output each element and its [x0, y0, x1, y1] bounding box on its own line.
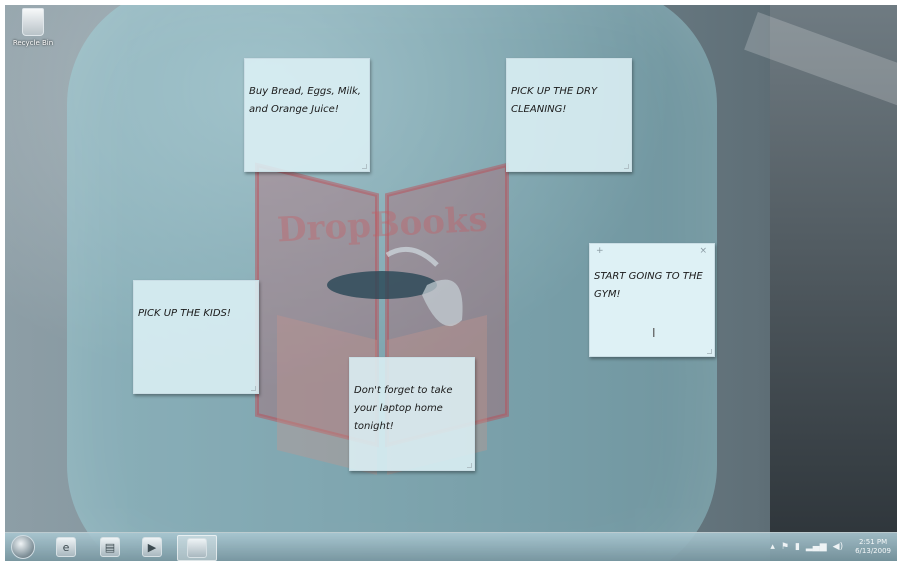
sticky-notes-taskbar-button[interactable] — [177, 535, 217, 561]
internet-explorer-button[interactable]: e — [49, 535, 83, 559]
internet-explorer-icon: e — [56, 537, 76, 557]
clock-time: 2:51 PM — [858, 538, 888, 546]
volume-icon[interactable]: ◀) — [833, 542, 843, 552]
desktop: DropBooks Recycle Bin Buy Bread, Eggs, M… — [5, 5, 897, 561]
resize-grip-icon[interactable] — [251, 386, 256, 391]
sticky-note-dry-cleaning[interactable]: PICK UP THE DRY CLEANING! — [506, 58, 632, 172]
recycle-bin-icon — [22, 8, 44, 36]
taskbar: e ▤ ▶ ▴ ⚑ ▮ ▂▄▆ ◀) 2:51 PM 6/13/2009 — [5, 532, 897, 561]
resize-grip-icon[interactable] — [707, 349, 712, 354]
sticky-notes-icon — [187, 538, 207, 558]
power-icon[interactable]: ▮ — [795, 542, 800, 552]
show-hidden-icons-icon[interactable]: ▴ — [770, 542, 775, 552]
sticky-note-kids[interactable]: PICK UP THE KIDS! — [133, 280, 259, 394]
clock-date: 6/13/2009 — [855, 547, 891, 555]
resize-grip-icon[interactable] — [467, 463, 472, 468]
start-button[interactable] — [9, 535, 37, 559]
resize-grip-icon[interactable] — [624, 164, 629, 169]
action-center-icon[interactable]: ⚑ — [781, 542, 789, 552]
note-text[interactable]: Buy Bread, Eggs, Milk, and Orange Juice! — [249, 83, 363, 119]
note-text[interactable]: PICK UP THE KIDS! — [138, 305, 252, 323]
sticky-note-gym[interactable]: + × START GOING TO THE GYM! I — [589, 243, 715, 357]
clock[interactable]: 2:51 PM 6/13/2009 — [855, 538, 891, 556]
windows-explorer-button[interactable]: ▤ — [93, 535, 127, 559]
resize-grip-icon[interactable] — [362, 164, 367, 169]
add-note-icon[interactable]: + — [596, 246, 604, 256]
note-text[interactable]: PICK UP THE DRY CLEANING! — [511, 83, 625, 119]
sticky-note-laptop[interactable]: Don't forget to take your laptop home to… — [349, 357, 475, 471]
text-cursor-icon: I — [652, 326, 656, 340]
media-player-button[interactable]: ▶ — [135, 535, 169, 559]
note-text[interactable]: START GOING TO THE GYM! — [594, 268, 708, 304]
sticky-note-groceries[interactable]: Buy Bread, Eggs, Milk, and Orange Juice! — [244, 58, 370, 172]
system-tray: ▴ ⚑ ▮ ▂▄▆ ◀) 2:51 PM 6/13/2009 — [770, 535, 891, 559]
media-player-icon: ▶ — [142, 537, 162, 557]
note-text[interactable]: Don't forget to take your laptop home to… — [354, 382, 468, 436]
windows-explorer-icon: ▤ — [100, 537, 120, 557]
recycle-bin[interactable]: Recycle Bin — [8, 8, 58, 47]
recycle-bin-label: Recycle Bin — [12, 39, 54, 47]
close-note-icon[interactable]: × — [699, 246, 707, 256]
network-icon[interactable]: ▂▄▆ — [806, 542, 827, 552]
start-orb-icon — [11, 535, 35, 559]
